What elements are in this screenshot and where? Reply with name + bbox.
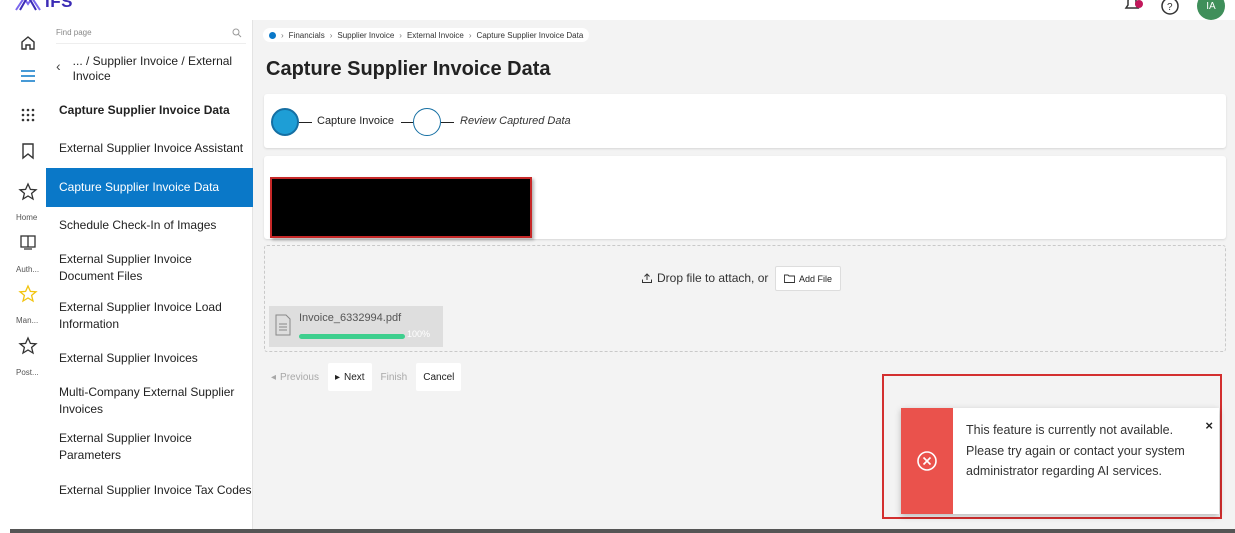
- uploaded-file[interactable]: Invoice_6332994.pdf 100%: [269, 306, 443, 347]
- file-dropzone[interactable]: Drop file to attach, or Add File Invoice…: [264, 245, 1226, 352]
- rail-label-home: Home: [16, 213, 38, 222]
- redacted-content: [270, 177, 532, 238]
- nav-item-assistant[interactable]: External Supplier Invoice Assistant: [46, 138, 253, 158]
- upload-icon: [642, 273, 652, 283]
- breadcrumb-supplier-invoice[interactable]: Supplier Invoice: [337, 31, 394, 40]
- notification-badge: [1135, 0, 1143, 8]
- logo-icon: [15, 0, 41, 11]
- star-icon: [18, 336, 38, 355]
- nav-item-parameters[interactable]: External Supplier Invoice Parameters: [46, 429, 216, 465]
- navigator-back[interactable]: ‹ ... / Supplier Invoice / External Invo…: [56, 54, 246, 84]
- logo-text: IFS: [45, 0, 73, 11]
- book-icon: [20, 235, 36, 250]
- file-name: Invoice_6332994.pdf: [299, 312, 402, 324]
- home-favorite-button[interactable]: [16, 180, 40, 204]
- star-yellow-icon: [18, 284, 38, 303]
- nav-item-capture[interactable]: Capture Supplier Invoice Data: [46, 168, 253, 207]
- nav-item-section-title: Capture Supplier Invoice Data: [59, 102, 230, 117]
- caret-right-icon: ▸: [334, 371, 340, 383]
- next-label: Next: [343, 371, 365, 383]
- add-file-label: Add File: [799, 273, 833, 284]
- find-page-placeholder: Find page: [56, 28, 92, 37]
- grid-icon: [21, 108, 35, 122]
- bookmark-rail-button[interactable]: [16, 139, 40, 163]
- bookmark-icon: [22, 143, 34, 160]
- chevron-right-icon: ›: [329, 30, 333, 40]
- left-rail: Home Auth... Man... Post...: [0, 20, 46, 533]
- search-icon: [232, 28, 242, 38]
- step-connector: [441, 122, 454, 123]
- home-icon: [21, 36, 35, 50]
- nav-item-schedule[interactable]: Schedule Check-In of Images: [46, 215, 253, 235]
- chevron-right-icon: ›: [468, 30, 472, 40]
- step-1-label[interactable]: Capture Invoice: [317, 115, 394, 127]
- step-2-indicator[interactable]: [413, 108, 441, 136]
- error-toast-side: [901, 408, 953, 514]
- manage-favorite-button[interactable]: [16, 282, 40, 306]
- home-rail-button[interactable]: [16, 31, 40, 55]
- upload-progress-text: 100%: [407, 329, 431, 339]
- navigator-path: ... / Supplier Invoice / External Invoic…: [72, 54, 233, 83]
- taskbar-edge: [10, 529, 1235, 533]
- step-1-indicator[interactable]: [271, 108, 299, 136]
- hamburger-icon: [21, 70, 35, 82]
- avatar[interactable]: IA: [1197, 0, 1225, 20]
- menu-rail-button[interactable]: [16, 64, 40, 88]
- step-connector: [401, 122, 413, 123]
- error-toast: This feature is currently not available.…: [901, 408, 1219, 514]
- home-dot-icon[interactable]: [269, 31, 276, 39]
- rail-label-post: Post...: [16, 368, 39, 377]
- invoice-preview-card: [264, 156, 1226, 239]
- previous-label: Previous: [280, 371, 319, 383]
- error-message: This feature is currently not available.…: [966, 423, 1185, 478]
- chevron-left-icon: ‹: [56, 58, 61, 74]
- nav-item-load-information[interactable]: External Supplier Invoice Load Informati…: [46, 298, 226, 334]
- breadcrumb-external-invoice[interactable]: External Invoice: [407, 31, 464, 40]
- find-page-input[interactable]: Find page: [56, 28, 246, 44]
- error-icon: [917, 451, 937, 471]
- drop-instruction: Drop file to attach, or: [641, 271, 768, 285]
- next-button[interactable]: ▸ Next: [327, 363, 372, 391]
- rail-label-man: Man...: [16, 316, 39, 325]
- previous-button[interactable]: ◂ Previous: [264, 363, 326, 391]
- chevron-right-icon: ›: [281, 30, 284, 40]
- document-icon: [275, 314, 291, 336]
- nav-item-multi-company[interactable]: Multi-Company External Supplier Invoices: [46, 383, 236, 419]
- svg-text:?: ?: [1167, 2, 1173, 13]
- post-favorite-button[interactable]: [16, 334, 40, 358]
- step-2-label[interactable]: Review Captured Data: [460, 115, 571, 127]
- top-bar: IFS ? IA: [0, 0, 1235, 20]
- finish-button[interactable]: Finish: [374, 363, 415, 391]
- ifs-logo[interactable]: IFS: [14, 0, 73, 12]
- header-actions: ? IA: [1121, 0, 1225, 20]
- assistant-stepper: Capture Invoice Review Captured Data: [264, 94, 1226, 148]
- caret-left-icon: ◂: [271, 371, 277, 383]
- add-file-button[interactable]: Add File: [775, 266, 842, 291]
- apps-rail-button[interactable]: [16, 103, 40, 127]
- cancel-button[interactable]: Cancel: [416, 363, 462, 391]
- close-icon[interactable]: ×: [1205, 418, 1213, 433]
- breadcrumb-current: Capture Supplier Invoice Data: [476, 30, 584, 40]
- nav-item-tax-codes[interactable]: External Supplier Invoice Tax Codes: [46, 480, 253, 500]
- rail-label-auth: Auth...: [16, 265, 40, 274]
- cancel-label: Cancel: [423, 371, 455, 383]
- assistant-toolbar: ◂ Previous ▸ Next Finish Cancel: [264, 363, 462, 393]
- breadcrumb-financials[interactable]: Financials: [289, 31, 325, 40]
- breadcrumb: › Financials › Supplier Invoice › Extern…: [263, 28, 590, 42]
- star-icon: [18, 182, 38, 201]
- finish-label: Finish: [380, 371, 408, 383]
- upload-progress-bar: [299, 334, 405, 339]
- page-title: Capture Supplier Invoice Data: [266, 58, 551, 80]
- nav-item-document-files[interactable]: External Supplier Invoice Document Files: [46, 250, 226, 286]
- navigator-panel: Find page ‹ ... / Supplier Invoice / Ext…: [46, 20, 253, 533]
- chevron-right-icon: ›: [399, 30, 402, 40]
- folder-icon: [784, 274, 795, 283]
- nav-item-invoices[interactable]: External Supplier Invoices: [46, 348, 253, 368]
- drop-text: Drop file to attach, or: [657, 271, 769, 285]
- authorization-rail-button[interactable]: [16, 230, 40, 254]
- step-connector: [299, 122, 312, 123]
- help-icon[interactable]: ?: [1159, 0, 1181, 17]
- notifications-button[interactable]: [1121, 0, 1143, 20]
